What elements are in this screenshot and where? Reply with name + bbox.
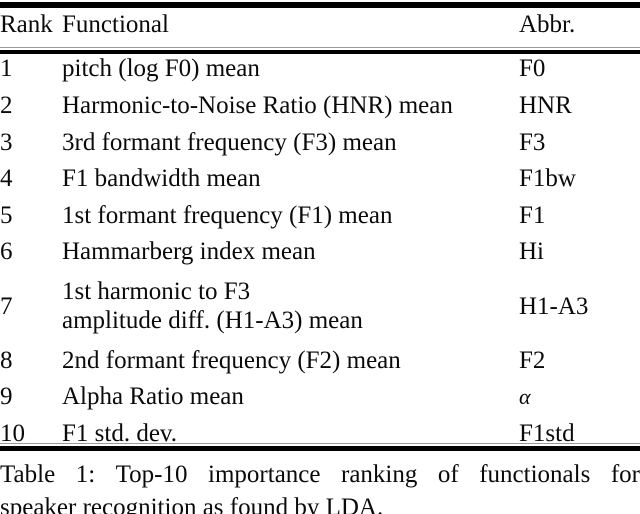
caption-word: of <box>437 461 459 488</box>
cell-rank: 6 <box>0 238 13 266</box>
column-header-rank: Rank <box>0 11 53 38</box>
cell-functional: 1st formant frequency (F1) mean <box>62 201 393 229</box>
table-row: 7 1st harmonic to F3 amplitude diff. (H1… <box>0 271 640 343</box>
cell-functional: 1st harmonic to F3 amplitude diff. (H1-A… <box>62 271 519 343</box>
cell-abbr: F0 <box>519 55 546 82</box>
table-figure: Rank Functional Abbr. 1 pitch (log F0) m… <box>0 0 640 514</box>
cell-rank: 9 <box>0 383 13 411</box>
cell-functional-line-1: 1st harmonic to F3 <box>62 278 251 305</box>
table-row: 6 Hammarberg index mean Hi <box>0 234 640 271</box>
cell-rank: 1 <box>0 55 13 82</box>
cell-abbr: F1 <box>519 201 546 229</box>
caption-word: for <box>610 461 640 488</box>
cell-functional: Hammarberg index mean <box>62 238 316 266</box>
table-row: 5 1st formant frequency (F1) mean F1 <box>0 198 640 235</box>
table-row: 10 F1 std. dev. F1std <box>0 416 640 453</box>
caption-word: ranking <box>341 461 418 488</box>
cell-rank: 8 <box>0 346 13 374</box>
caption-word: functionals <box>479 461 591 488</box>
table-caption-line-1: Table 1: Top-10 importance ranking of function… <box>0 458 640 491</box>
table-caption: Table 1: Top-10 importance ranking of function… <box>0 458 640 514</box>
cell-abbr: α <box>519 383 531 409</box>
table-row: 1 pitch (log F0) mean F0 <box>0 50 640 88</box>
cell-abbr: HNR <box>519 92 572 120</box>
cell-functional: 2nd formant frequency (F2) mean <box>62 346 401 374</box>
cell-functional: F1 std. dev. <box>62 420 178 447</box>
table-body: 1 pitch (log F0) mean F0 2 Harmonic-to-N… <box>0 50 640 453</box>
cell-rank: 3 <box>0 128 13 156</box>
table-row: 2 Harmonic-to-Noise Ratio (HNR) mean HNR <box>0 88 640 125</box>
caption-word: 1: <box>75 461 96 488</box>
cell-functional: Harmonic-to-Noise Ratio (HNR) mean <box>62 92 453 120</box>
cell-functional: Alpha Ratio mean <box>62 383 244 411</box>
cell-functional: 3rd formant frequency (F3) mean <box>62 128 397 156</box>
cell-rank: 7 <box>0 292 13 320</box>
table-row: 9 Alpha Ratio mean α <box>0 379 640 416</box>
cell-abbr: Hi <box>519 238 544 266</box>
table-row: 8 2nd formant frequency (F2) mean F2 <box>0 343 640 380</box>
caption-word: Table <box>0 461 56 488</box>
cell-abbr: F1bw <box>519 165 576 193</box>
cell-abbr: F3 <box>519 128 546 156</box>
cell-functional: F1 bandwidth mean <box>62 165 261 193</box>
cell-functional-line-2: amplitude diff. (H1-A3) mean <box>62 306 363 334</box>
cell-rank: 10 <box>0 420 25 447</box>
cell-rank: 2 <box>0 92 13 120</box>
cell-rank: 4 <box>0 165 13 193</box>
table-row: 4 F1 bandwidth mean F1bw <box>0 161 640 198</box>
importance-ranking-table: Rank Functional Abbr. 1 pitch (log F0) m… <box>0 0 640 453</box>
cell-functional: pitch (log F0) mean <box>62 55 260 82</box>
cell-abbr: F1std <box>519 420 575 447</box>
table-header: Rank Functional Abbr. <box>0 0 640 50</box>
caption-word: Top-10 <box>115 461 188 488</box>
cell-abbr: H1-A3 <box>519 292 589 320</box>
caption-word: importance <box>208 461 321 488</box>
table-caption-line-2: speaker recognition as found by LDA. <box>0 494 384 514</box>
table-row: 3 3rd formant frequency (F3) mean F3 <box>0 125 640 162</box>
table-header-row: Rank Functional Abbr. <box>0 0 640 50</box>
column-header-abbr: Abbr. <box>519 11 576 38</box>
cell-rank: 5 <box>0 201 13 229</box>
column-header-functional: Functional <box>62 11 169 38</box>
cell-abbr: F2 <box>519 346 546 374</box>
